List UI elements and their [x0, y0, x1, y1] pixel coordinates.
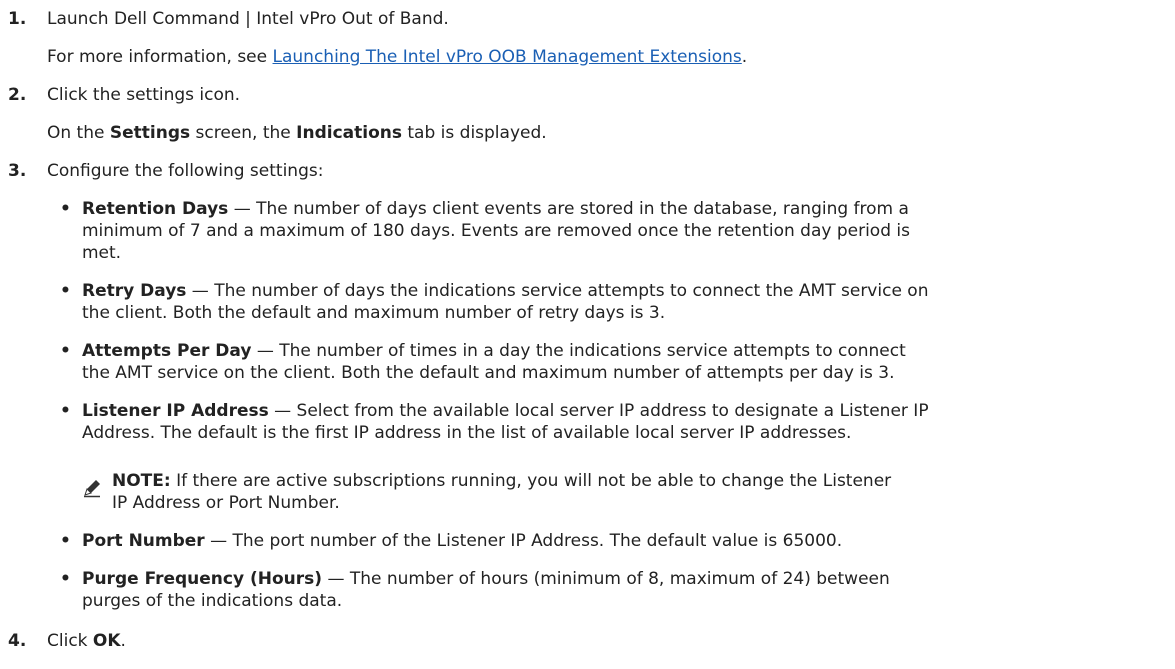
retry-days-line-2: the client. Both the default and maximum…	[82, 303, 666, 323]
purge-frequency-line-2: purges of the indications data.	[82, 591, 343, 611]
listener-ip-term: Listener IP Address	[82, 401, 269, 421]
note-label: NOTE:	[112, 471, 171, 491]
bullet-marker: •	[60, 281, 71, 301]
step-3-text: Configure the following settings:	[47, 161, 324, 181]
step-4-text: Click OK.	[47, 630, 126, 652]
step-2-number: 2.	[8, 85, 27, 105]
step-1-subtext: For more information, see Launching The …	[47, 46, 747, 68]
pencil-note-icon	[84, 480, 100, 498]
port-number-line-1: Port Number — The port number of the Lis…	[82, 530, 842, 552]
purge-frequency-term: Purge Frequency (Hours)	[82, 569, 323, 589]
step-2-sub-p3: tab is displayed.	[401, 123, 547, 143]
step-1-number: 1.	[8, 9, 27, 29]
step-2-sub-p1: On the	[47, 123, 110, 143]
attempts-per-day-desc-1: — The number of times in a day the indic…	[251, 341, 906, 361]
listener-ip-line-1: Listener IP Address — Select from the av…	[82, 400, 929, 422]
retention-days-term: Retention Days	[82, 199, 229, 219]
retry-days-line-1: Retry Days — The number of days the indi…	[82, 280, 928, 302]
step-1-text: Launch Dell Command | Intel vPro Out of …	[47, 9, 449, 29]
retention-days-line-3: met.	[82, 243, 122, 263]
bullet-marker: •	[60, 341, 71, 361]
port-number-desc-1: — The port number of the Listener IP Add…	[204, 531, 843, 551]
port-number-term: Port Number	[82, 531, 205, 551]
listener-ip-desc-1: — Select from the available local server…	[268, 401, 929, 421]
purge-frequency-desc-1: — The number of hours (minimum of 8, max…	[322, 569, 890, 589]
step-1-sub-suffix: .	[741, 47, 748, 67]
step-3-number: 3.	[8, 161, 27, 181]
note-line-2: IP Address or Port Number.	[112, 493, 340, 513]
step-4-suffix: .	[120, 631, 126, 651]
retry-days-desc-1: — The number of days the indications ser…	[186, 281, 929, 301]
note-text-1: If there are active subscriptions runnin…	[170, 471, 892, 491]
attempts-per-day-term: Attempts Per Day	[82, 341, 252, 361]
step-4-number: 4.	[8, 631, 27, 651]
indications-term: Indications	[296, 123, 402, 143]
retention-days-line-2: minimum of 7 and a maximum of 180 days. …	[82, 221, 910, 241]
retention-days-line-1: Retention Days — The number of days clie…	[82, 198, 909, 220]
purge-frequency-line-1: Purge Frequency (Hours) — The number of …	[82, 568, 890, 590]
retention-days-desc-1: — The number of days client events are s…	[228, 199, 909, 219]
step-2-text: Click the settings icon.	[47, 85, 241, 105]
note-line-1: NOTE: If there are active subscriptions …	[112, 470, 891, 492]
retry-days-term: Retry Days	[82, 281, 187, 301]
attempts-per-day-line-2: the AMT service on the client. Both the …	[82, 363, 895, 383]
attempts-per-day-line-1: Attempts Per Day — The number of times i…	[82, 340, 906, 362]
settings-term: Settings	[109, 123, 191, 143]
document-page: 1. Launch Dell Command | Intel vPro Out …	[0, 0, 1175, 669]
step-2-sub-p2: screen, the	[190, 123, 297, 143]
bullet-marker: •	[60, 401, 71, 421]
step-1-sub-prefix: For more information, see	[47, 47, 273, 67]
ok-term: OK	[92, 631, 121, 651]
bullet-marker: •	[60, 569, 71, 589]
launching-oob-extensions-link[interactable]: Launching The Intel vPro OOB Management …	[273, 47, 742, 67]
step-2-subtext: On the Settings screen, the Indications …	[47, 122, 547, 144]
bullet-marker: •	[60, 531, 71, 551]
bullet-marker: •	[60, 199, 71, 219]
step-4-prefix: Click	[47, 631, 93, 651]
listener-ip-line-2: Address. The default is the first IP add…	[82, 423, 852, 443]
